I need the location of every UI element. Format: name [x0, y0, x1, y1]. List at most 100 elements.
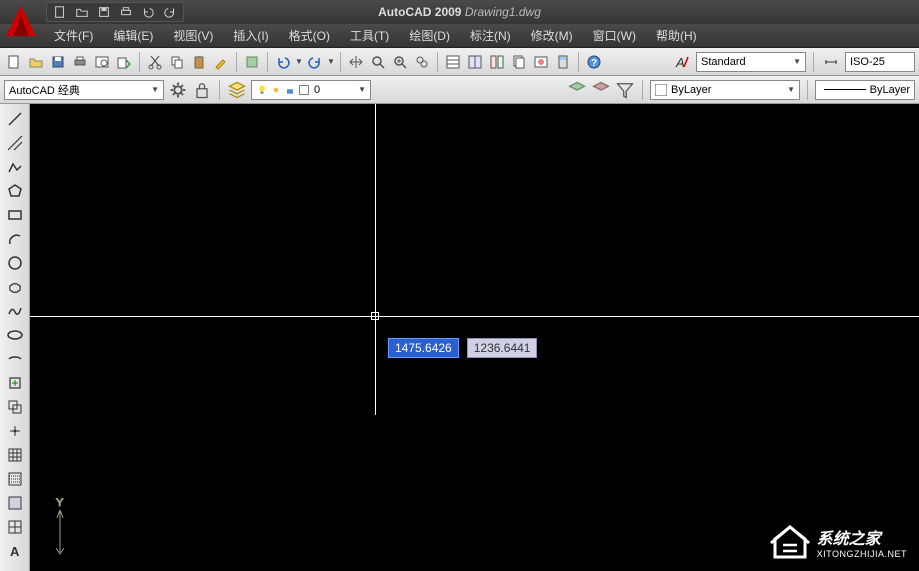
separator	[219, 80, 220, 100]
layer-filter-icon[interactable]	[615, 80, 635, 100]
ellipse-arc-icon[interactable]	[4, 348, 26, 370]
region-icon[interactable]	[4, 492, 26, 514]
linetype-combo[interactable]: ByLayer	[815, 80, 915, 100]
coord-x-input[interactable]: 1475.6426	[388, 338, 459, 358]
layer-previous-icon[interactable]	[591, 80, 611, 100]
text-icon[interactable]: A	[4, 540, 26, 562]
ellipse-icon[interactable]	[4, 324, 26, 346]
properties-icon[interactable]	[443, 52, 463, 72]
qat-redo-icon[interactable]	[161, 4, 179, 20]
circle-icon[interactable]	[4, 252, 26, 274]
qat-save-icon[interactable]	[95, 4, 113, 20]
new-icon[interactable]	[4, 52, 24, 72]
workspace-value: AutoCAD 经典	[9, 82, 80, 98]
copy-icon[interactable]	[167, 52, 187, 72]
qat-open-icon[interactable]	[73, 4, 91, 20]
draw-toolbar: A	[0, 104, 30, 571]
redo-icon[interactable]	[305, 52, 325, 72]
print-icon[interactable]	[70, 52, 90, 72]
layer-states-icon[interactable]	[567, 80, 587, 100]
color-value: ByLayer	[671, 84, 711, 96]
separator	[813, 52, 814, 72]
text-style-icon[interactable]: A	[672, 52, 692, 72]
revision-cloud-icon[interactable]	[4, 276, 26, 298]
menu-file[interactable]: 文件(F)	[44, 24, 103, 47]
svg-text:Y: Y	[56, 497, 64, 509]
insert-block-icon[interactable]	[4, 372, 26, 394]
polygon-icon[interactable]	[4, 180, 26, 202]
save-icon[interactable]	[48, 52, 68, 72]
zoom-previous-icon[interactable]	[412, 52, 432, 72]
menu-window[interactable]: 窗口(W)	[583, 24, 646, 47]
menu-format[interactable]: 格式(O)	[279, 24, 340, 47]
text-style-combo[interactable]: Standard ▼	[696, 52, 806, 72]
open-icon[interactable]	[26, 52, 46, 72]
markup-icon[interactable]	[531, 52, 551, 72]
color-swatch-icon	[655, 84, 667, 96]
qat-new-icon[interactable]	[51, 4, 69, 20]
construction-line-icon[interactable]	[4, 132, 26, 154]
layer-combo[interactable]: 0 ▼	[251, 80, 371, 100]
hatch-icon[interactable]	[4, 444, 26, 466]
layer-value: 0	[314, 84, 320, 96]
svg-text:A: A	[10, 544, 20, 559]
menu-modify[interactable]: 修改(M)	[521, 24, 583, 47]
linetype-preview	[824, 89, 866, 90]
drawing-canvas[interactable]: 1475.6426 1236.6441 Y 系统之家 XITONGZHIJIA.…	[30, 104, 919, 571]
app-logo[interactable]	[2, 2, 40, 40]
separator	[642, 80, 643, 100]
make-block-icon[interactable]	[4, 396, 26, 418]
help-icon[interactable]: ?	[584, 52, 604, 72]
table-icon[interactable]	[4, 516, 26, 538]
paste-icon[interactable]	[189, 52, 209, 72]
zoom-window-icon[interactable]	[390, 52, 410, 72]
separator	[139, 52, 140, 72]
menu-dimension[interactable]: 标注(N)	[460, 24, 521, 47]
crosshair-vertical	[375, 104, 376, 415]
coord-y-input[interactable]: 1236.6441	[467, 338, 538, 358]
workspace: A 1475.6426 1236.6441 Y 系统之家	[0, 104, 919, 571]
menu-tools[interactable]: 工具(T)	[340, 24, 399, 47]
tool-palettes-icon[interactable]	[487, 52, 507, 72]
line-icon[interactable]	[4, 108, 26, 130]
menu-edit[interactable]: 编辑(E)	[103, 24, 163, 47]
qat-undo-icon[interactable]	[139, 4, 157, 20]
gradient-icon[interactable]	[4, 468, 26, 490]
publish-icon[interactable]	[114, 52, 134, 72]
redo-dropdown[interactable]: ▼	[327, 57, 335, 66]
menu-draw[interactable]: 绘图(D)	[399, 24, 460, 47]
polyline-icon[interactable]	[4, 156, 26, 178]
dim-style-combo[interactable]: ISO-25	[845, 52, 915, 72]
undo-icon[interactable]	[273, 52, 293, 72]
spline-icon[interactable]	[4, 300, 26, 322]
menu-help[interactable]: 帮助(H)	[646, 24, 707, 47]
watermark-logo-icon	[769, 521, 811, 563]
workspace-settings-icon[interactable]	[168, 80, 188, 100]
workspace-lock-icon[interactable]	[192, 80, 212, 100]
quick-access-toolbar	[46, 2, 184, 22]
watermark: 系统之家 XITONGZHIJIA.NET	[769, 521, 907, 563]
block-editor-icon[interactable]	[242, 52, 262, 72]
sheet-set-icon[interactable]	[509, 52, 529, 72]
pan-icon[interactable]	[346, 52, 366, 72]
title-bar: AutoCAD 2009 Drawing1.dwg	[0, 0, 919, 24]
calculator-icon[interactable]	[553, 52, 573, 72]
cursor-pickbox	[371, 312, 379, 320]
cut-icon[interactable]	[145, 52, 165, 72]
dim-style-icon[interactable]	[821, 52, 841, 72]
undo-dropdown[interactable]: ▼	[295, 57, 303, 66]
match-properties-icon[interactable]	[211, 52, 231, 72]
point-icon[interactable]	[4, 420, 26, 442]
qat-print-icon[interactable]	[117, 4, 135, 20]
menu-insert[interactable]: 插入(I)	[223, 24, 278, 47]
zoom-realtime-icon[interactable]	[368, 52, 388, 72]
color-combo[interactable]: ByLayer ▼	[650, 80, 800, 100]
arc-icon[interactable]	[4, 228, 26, 250]
design-center-icon[interactable]	[465, 52, 485, 72]
menu-view[interactable]: 视图(V)	[163, 24, 223, 47]
text-style-value: Standard	[701, 56, 746, 68]
workspace-combo[interactable]: AutoCAD 经典 ▼	[4, 80, 164, 100]
layer-manager-icon[interactable]	[227, 80, 247, 100]
plot-preview-icon[interactable]	[92, 52, 112, 72]
rectangle-icon[interactable]	[4, 204, 26, 226]
